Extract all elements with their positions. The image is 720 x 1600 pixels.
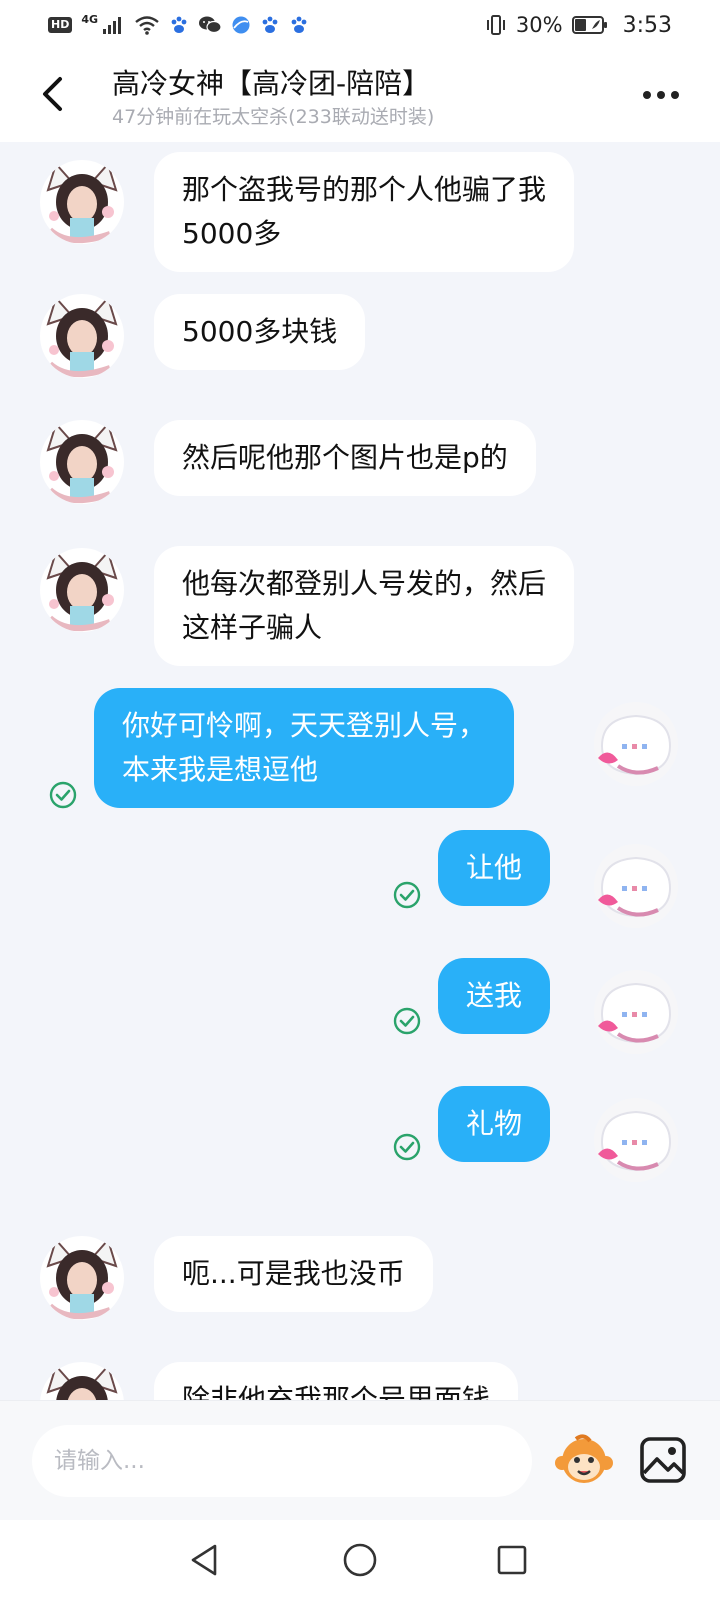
triangle-back-icon xyxy=(191,1544,217,1576)
back-button[interactable] xyxy=(30,72,74,116)
my-avatar[interactable] xyxy=(594,1098,678,1182)
contact-avatar[interactable] xyxy=(40,160,124,244)
message-text-line: 你好可怜啊，天天登别人号， xyxy=(122,709,487,742)
incoming-message-bubble[interactable]: 他每次都登别人号发的，然后 这样子骗人 xyxy=(154,546,575,666)
status-bar: HD 4G 30% 3:53 xyxy=(0,0,720,50)
chevron-left-icon xyxy=(43,77,62,111)
more-dot-icon xyxy=(657,91,665,99)
contact-avatar[interactable] xyxy=(40,1236,124,1320)
square-recents-icon xyxy=(497,1545,527,1575)
vibrate-icon xyxy=(485,14,507,36)
read-check-icon xyxy=(392,880,422,910)
network-type-label: 4G xyxy=(81,12,99,26)
composer-bar xyxy=(0,1400,720,1520)
message-text-line: 5000多块钱 xyxy=(182,315,338,348)
image-icon xyxy=(640,1437,686,1483)
outgoing-message-bubble[interactable]: 礼物 xyxy=(438,1086,551,1162)
cat-girl-avatar-icon xyxy=(40,1362,124,1400)
message-input[interactable] xyxy=(32,1425,532,1497)
circle-home-icon xyxy=(343,1543,377,1577)
cat-girl-avatar-icon xyxy=(40,160,124,244)
battery-percent: 30% xyxy=(515,13,563,37)
chat-header: 高冷女神【高冷团-陪陪】 47分钟前在玩太空杀(233联动送时装) xyxy=(0,50,720,142)
read-check-icon xyxy=(392,1132,422,1162)
status-left: HD 4G xyxy=(48,12,309,35)
wechat-icon xyxy=(198,15,222,35)
emoji-button[interactable] xyxy=(554,1433,614,1489)
incoming-message-bubble[interactable]: 然后呢他那个图片也是p的 xyxy=(154,420,536,496)
contact-avatar[interactable] xyxy=(40,1362,124,1400)
read-check-icon xyxy=(392,1006,422,1036)
message-list[interactable]: 那个盗我号的那个人他骗了我 5000多 5000多块钱 然后呢他那个图片也是p的… xyxy=(0,142,720,1400)
cloud-bear-avatar-icon xyxy=(594,702,678,786)
read-check-icon xyxy=(48,780,78,810)
baidu-paw-icon xyxy=(260,15,280,35)
incoming-message-bubble[interactable]: 呃...可是我也没币 xyxy=(154,1236,433,1312)
page-title: 高冷女神【高冷团-陪陪】 xyxy=(112,67,431,100)
contact-avatar[interactable] xyxy=(40,294,124,378)
cloud-bear-avatar-icon xyxy=(594,844,678,928)
cat-girl-avatar-icon xyxy=(40,420,124,504)
monkey-emoji-icon xyxy=(555,1434,613,1483)
cloud-bear-avatar-icon xyxy=(594,1098,678,1182)
message-text-line: 5000多 xyxy=(182,217,282,250)
nav-home-button[interactable] xyxy=(338,1538,382,1582)
image-picker-button[interactable] xyxy=(638,1435,688,1485)
browser-icon xyxy=(231,15,251,35)
presence-status: 47分钟前在玩太空杀(233联动送时装) xyxy=(112,106,435,128)
message-text-line: 然后呢他那个图片也是p的 xyxy=(182,441,508,474)
my-avatar[interactable] xyxy=(594,702,678,786)
system-navigation-bar xyxy=(0,1520,720,1600)
incoming-message-bubble[interactable]: 5000多块钱 xyxy=(154,294,366,370)
message-text-line: 呃...可是我也没币 xyxy=(182,1257,405,1290)
incoming-message-bubble[interactable]: 除非他充我那个号里面钱 xyxy=(154,1362,519,1400)
message-text-line: 他每次都登别人号发的，然后 xyxy=(182,567,547,600)
outgoing-message-bubble[interactable]: 让他 xyxy=(438,830,551,906)
clock: 3:53 xyxy=(622,12,672,38)
cat-girl-avatar-icon xyxy=(40,1236,124,1320)
more-dot-icon xyxy=(671,91,679,99)
message-text-line: 除非他充我那个号里面钱 xyxy=(182,1383,491,1400)
cat-girl-avatar-icon xyxy=(40,294,124,378)
message-text-line: 这样子骗人 xyxy=(182,611,323,644)
message-text-line: 礼物 xyxy=(466,1107,523,1140)
outgoing-message-bubble[interactable]: 你好可怜啊，天天登别人号， 本来我是想逗他 xyxy=(94,688,515,808)
cloud-bear-avatar-icon xyxy=(594,970,678,1054)
cat-girl-avatar-icon xyxy=(40,548,124,632)
message-text-line: 送我 xyxy=(466,979,523,1012)
nav-recents-button[interactable] xyxy=(490,1538,534,1582)
wifi-icon xyxy=(134,15,160,35)
battery-icon xyxy=(571,15,608,35)
incoming-message-bubble[interactable]: 那个盗我号的那个人他骗了我 5000多 xyxy=(154,152,575,272)
more-dot-icon xyxy=(643,91,651,99)
contact-avatar[interactable] xyxy=(40,420,124,504)
message-text-line: 本来我是想逗他 xyxy=(122,753,319,786)
signal-icon xyxy=(103,16,125,34)
outgoing-message-bubble[interactable]: 送我 xyxy=(438,958,551,1034)
message-text-line: 让他 xyxy=(466,851,523,884)
my-avatar[interactable] xyxy=(594,970,678,1054)
contact-avatar[interactable] xyxy=(40,548,124,632)
my-avatar[interactable] xyxy=(594,844,678,928)
hd-icon: HD xyxy=(48,17,73,33)
status-right: 30% 3:53 xyxy=(485,13,672,38)
nav-back-button[interactable] xyxy=(182,1538,226,1582)
baidu-paw-icon xyxy=(289,15,309,35)
baidu-paw-icon xyxy=(169,15,189,35)
more-options-button[interactable] xyxy=(636,80,686,110)
message-text-line: 那个盗我号的那个人他骗了我 xyxy=(182,173,547,206)
